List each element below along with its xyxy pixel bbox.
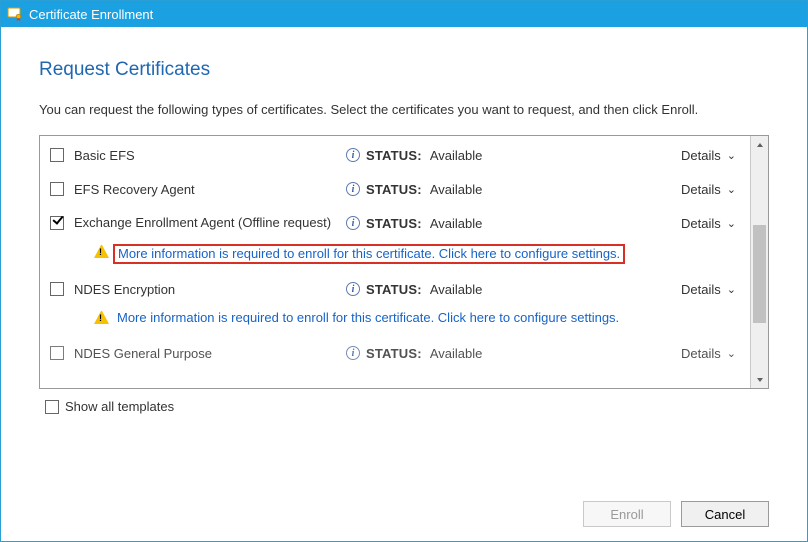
window-title: Certificate Enrollment [29, 7, 153, 22]
status-label: STATUS: [366, 182, 422, 197]
content-area: Request Certificates You can request the… [1, 27, 807, 541]
certificate-list-inner: Basic EFSiSTATUS:AvailableDetails⌄EFS Re… [40, 136, 751, 388]
page-title: Request Certificates [39, 59, 769, 81]
cert-name: Exchange Enrollment Agent (Offline reque… [74, 215, 346, 231]
show-all-row[interactable]: Show all templates [41, 399, 769, 414]
configure-link[interactable]: More information is required to enroll f… [117, 310, 619, 325]
status-label: STATUS: [366, 346, 422, 361]
details-toggle[interactable]: Details ⌄ [681, 346, 740, 361]
info-icon: i [346, 346, 360, 360]
cert-row[interactable]: Basic EFSi STATUS: Available Details ⌄ [40, 138, 750, 172]
scrollbar-track[interactable] [751, 153, 768, 371]
chevron-down-icon: ⌄ [727, 149, 736, 162]
show-all-label: Show all templates [65, 399, 174, 414]
cert-name: Basic EFS [74, 148, 346, 163]
cert-name: EFS Recovery Agent [74, 182, 346, 197]
details-label: Details [681, 148, 721, 163]
cert-status: i STATUS: Available [346, 182, 666, 197]
titlebar: Certificate Enrollment [1, 1, 807, 27]
cert-checkbox[interactable] [50, 346, 64, 360]
cert-checkbox[interactable] [50, 148, 64, 162]
chevron-down-icon: ⌄ [727, 183, 736, 196]
page-subtext: You can request the following types of c… [39, 101, 769, 119]
chevron-down-icon: ⌄ [727, 217, 736, 230]
show-all-checkbox[interactable] [45, 400, 59, 414]
warning-icon [94, 245, 109, 258]
cert-icon [7, 6, 23, 22]
cert-row[interactable]: Exchange Enrollment Agent (Offline reque… [40, 206, 750, 240]
chevron-down-icon: ⌄ [727, 347, 736, 360]
scroll-down-icon[interactable] [751, 371, 768, 388]
cert-row[interactable]: NDES Encryptioni STATUS: Available Details ⌄ [40, 272, 750, 306]
status-value: Available [430, 346, 483, 361]
details-toggle[interactable]: Details ⌄ [681, 182, 740, 197]
info-icon: i [346, 282, 360, 296]
scroll-up-icon[interactable] [751, 136, 768, 153]
cert-status: i STATUS: Available [346, 216, 666, 231]
status-label: STATUS: [366, 282, 422, 297]
window: Certificate Enrollment Request Certifica… [0, 0, 808, 542]
details-label: Details [681, 182, 721, 197]
cert-checkbox[interactable] [50, 282, 64, 296]
details-toggle[interactable]: Details ⌄ [681, 282, 740, 297]
cert-checkbox[interactable] [50, 216, 64, 230]
status-value: Available [430, 216, 483, 231]
cert-row[interactable]: EFS Recovery Agenti STATUS: Available Detai… [40, 172, 750, 206]
configure-link[interactable]: More information is required to enroll f… [113, 244, 625, 264]
cert-warning[interactable]: More information is required to enroll f… [40, 240, 750, 272]
cert-warning[interactable]: More information is required to enroll f… [40, 306, 750, 333]
info-icon: i [346, 148, 360, 162]
info-icon: i [346, 182, 360, 196]
details-label: Details [681, 282, 721, 297]
cert-name: NDES Encryption [74, 282, 346, 297]
warning-icon [94, 311, 109, 324]
cert-status: i STATUS: Available [346, 346, 666, 361]
cert-checkbox[interactable] [50, 182, 64, 196]
details-toggle[interactable]: Details ⌄ [681, 216, 740, 231]
details-toggle[interactable]: Details ⌄ [681, 148, 740, 163]
status-label: STATUS: [366, 148, 422, 163]
details-label: Details [681, 216, 721, 231]
status-value: Available [430, 282, 483, 297]
enroll-button[interactable]: Enroll [583, 501, 671, 527]
details-label: Details [681, 346, 721, 361]
chevron-down-icon: ⌄ [727, 283, 736, 296]
scrollbar-thumb[interactable] [753, 225, 766, 323]
cancel-button[interactable]: Cancel [681, 501, 769, 527]
scrollbar[interactable] [751, 136, 768, 388]
cert-name: NDES General Purpose [74, 346, 346, 361]
certificate-list: Basic EFSiSTATUS:AvailableDetails⌄EFS Re… [39, 135, 769, 389]
cert-row[interactable]: NDES General Purposei STATUS: Available Det… [40, 333, 750, 367]
status-label: STATUS: [366, 216, 422, 231]
status-value: Available [430, 148, 483, 163]
cert-status: i STATUS: Available [346, 282, 666, 297]
dialog-footer: Enroll Cancel [39, 483, 769, 527]
cert-status: i STATUS: Available [346, 148, 666, 163]
status-value: Available [430, 182, 483, 197]
info-icon: i [346, 216, 360, 230]
